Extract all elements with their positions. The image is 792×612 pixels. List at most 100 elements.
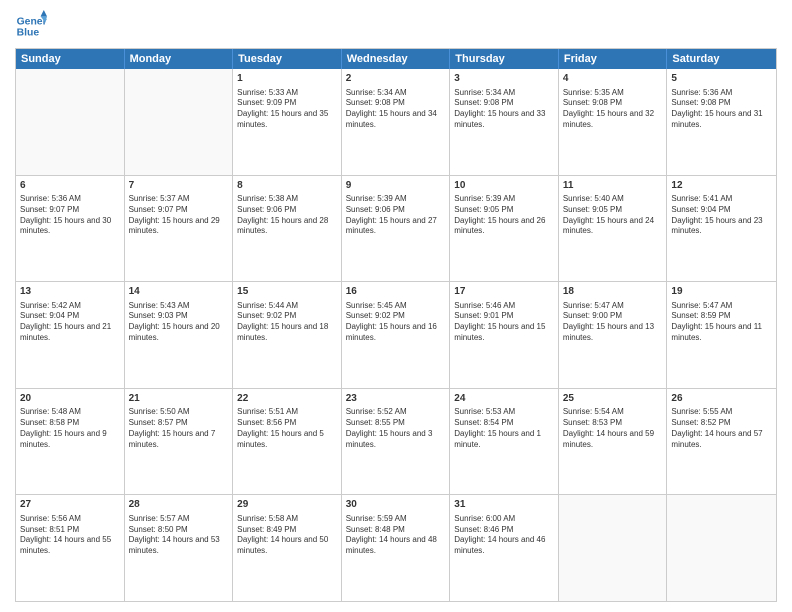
day-number: 29 xyxy=(237,498,337,512)
cell-details: Sunrise: 5:44 AM Sunset: 9:02 PM Dayligh… xyxy=(237,301,337,344)
calendar-cell-12: 12Sunrise: 5:41 AM Sunset: 9:04 PM Dayli… xyxy=(667,176,776,282)
cell-details: Sunrise: 5:37 AM Sunset: 9:07 PM Dayligh… xyxy=(129,194,229,237)
day-number: 26 xyxy=(671,392,772,406)
calendar-cell-1: 1 Sunrise: 5:33 AM Sunset: 9:09 PM Daylig… xyxy=(233,69,342,175)
cell-details: Sunrise: 5:50 AM Sunset: 8:57 PM Dayligh… xyxy=(129,407,229,450)
cell-details: Sunrise: 5:36 AM Sunset: 9:08 PM Dayligh… xyxy=(671,88,772,131)
calendar-cell-2: 2Sunrise: 5:34 AM Sunset: 9:08 PM Daylig… xyxy=(342,69,451,175)
day-number: 13 xyxy=(20,285,120,299)
cell-details: Sunrise: 5:48 AM Sunset: 8:58 PM Dayligh… xyxy=(20,407,120,450)
cell-details: Sunrise: 5:47 AM Sunset: 8:59 PM Dayligh… xyxy=(671,301,772,344)
day-number: 23 xyxy=(346,392,446,406)
cell-details: Sunrise: 5:39 AM Sunset: 9:06 PM Dayligh… xyxy=(346,194,446,237)
calendar-cell-19: 19 Sunrise: 5:47 AM Sunset: 8:59 PM Dayli… xyxy=(667,282,776,388)
calendar-cell-30: 30 Sunrise: 5:59 AM Sunset: 8:48 PM Dayli… xyxy=(342,495,451,601)
day-number: 22 xyxy=(237,392,337,406)
calendar-cell-3: 3Sunrise: 5:34 AM Sunset: 9:08 PM Daylig… xyxy=(450,69,559,175)
calendar-row-2: 13 Sunrise: 5:42 AM Sunset: 9:04 PM Dayli… xyxy=(16,282,776,389)
cell-details: Sunrise: 5:38 AM Sunset: 9:06 PM Dayligh… xyxy=(237,194,337,237)
cell-details: Sunrise: 5:42 AM Sunset: 9:04 PM Dayligh… xyxy=(20,301,120,344)
day-number: 18 xyxy=(563,285,663,299)
calendar-cell-empty-0-0 xyxy=(16,69,125,175)
calendar-row-0: 1 Sunrise: 5:33 AM Sunset: 9:09 PM Daylig… xyxy=(16,69,776,176)
cell-details: Sunrise: 5:54 AM Sunset: 8:53 PM Dayligh… xyxy=(563,407,663,450)
weekday-header-monday: Monday xyxy=(125,49,234,69)
cell-details: Sunrise: 5:34 AM Sunset: 9:08 PM Dayligh… xyxy=(454,88,554,131)
day-number: 19 xyxy=(671,285,772,299)
logo-icon: General Blue xyxy=(15,10,47,42)
calendar-cell-4: 4 Sunrise: 5:35 AM Sunset: 9:08 PM Daylig… xyxy=(559,69,668,175)
calendar-cell-28: 28Sunrise: 5:57 AM Sunset: 8:50 PM Dayli… xyxy=(125,495,234,601)
day-number: 31 xyxy=(454,498,554,512)
cell-details: Sunrise: 5:56 AM Sunset: 8:51 PM Dayligh… xyxy=(20,514,120,557)
day-number: 16 xyxy=(346,285,446,299)
day-number: 24 xyxy=(454,392,554,406)
weekday-header-sunday: Sunday xyxy=(16,49,125,69)
calendar-cell-25: 25Sunrise: 5:54 AM Sunset: 8:53 PM Dayli… xyxy=(559,389,668,495)
day-number: 20 xyxy=(20,392,120,406)
calendar-cell-24: 24Sunrise: 5:53 AM Sunset: 8:54 PM Dayli… xyxy=(450,389,559,495)
calendar-cell-10: 10Sunrise: 5:39 AM Sunset: 9:05 PM Dayli… xyxy=(450,176,559,282)
cell-details: Sunrise: 5:58 AM Sunset: 8:49 PM Dayligh… xyxy=(237,514,337,557)
day-number: 28 xyxy=(129,498,229,512)
svg-text:Blue: Blue xyxy=(17,28,40,39)
cell-details: Sunrise: 5:41 AM Sunset: 9:04 PM Dayligh… xyxy=(671,194,772,237)
cell-details: Sunrise: 5:59 AM Sunset: 8:48 PM Dayligh… xyxy=(346,514,446,557)
day-number: 7 xyxy=(129,179,229,193)
calendar-cell-empty-4-6 xyxy=(667,495,776,601)
cell-details: Sunrise: 5:39 AM Sunset: 9:05 PM Dayligh… xyxy=(454,194,554,237)
day-number: 10 xyxy=(454,179,554,193)
calendar-cell-5: 5 Sunrise: 5:36 AM Sunset: 9:08 PM Daylig… xyxy=(667,69,776,175)
cell-details: Sunrise: 5:34 AM Sunset: 9:08 PM Dayligh… xyxy=(346,88,446,131)
day-number: 11 xyxy=(563,179,663,193)
cell-details: Sunrise: 5:55 AM Sunset: 8:52 PM Dayligh… xyxy=(671,407,772,450)
day-number: 14 xyxy=(129,285,229,299)
weekday-header-friday: Friday xyxy=(559,49,668,69)
cell-details: Sunrise: 6:00 AM Sunset: 8:46 PM Dayligh… xyxy=(454,514,554,557)
day-number: 9 xyxy=(346,179,446,193)
calendar-cell-empty-0-1 xyxy=(125,69,234,175)
calendar-cell-26: 26Sunrise: 5:55 AM Sunset: 8:52 PM Dayli… xyxy=(667,389,776,495)
calendar-cell-empty-4-5 xyxy=(559,495,668,601)
calendar-header: SundayMondayTuesdayWednesdayThursdayFrid… xyxy=(16,49,776,69)
cell-details: Sunrise: 5:33 AM Sunset: 9:09 PM Dayligh… xyxy=(237,88,337,131)
weekday-header-wednesday: Wednesday xyxy=(342,49,451,69)
calendar-cell-11: 11Sunrise: 5:40 AM Sunset: 9:05 PM Dayli… xyxy=(559,176,668,282)
calendar-cell-13: 13 Sunrise: 5:42 AM Sunset: 9:04 PM Dayli… xyxy=(16,282,125,388)
day-number: 21 xyxy=(129,392,229,406)
header: General Blue xyxy=(15,10,777,42)
calendar-cell-21: 21Sunrise: 5:50 AM Sunset: 8:57 PM Dayli… xyxy=(125,389,234,495)
day-number: 30 xyxy=(346,498,446,512)
weekday-header-saturday: Saturday xyxy=(667,49,776,69)
calendar-cell-31: 31 Sunrise: 6:00 AM Sunset: 8:46 PM Dayli… xyxy=(450,495,559,601)
calendar-cell-8: 8Sunrise: 5:38 AM Sunset: 9:06 PM Daylig… xyxy=(233,176,342,282)
day-number: 27 xyxy=(20,498,120,512)
cell-details: Sunrise: 5:36 AM Sunset: 9:07 PM Dayligh… xyxy=(20,194,120,237)
page: General Blue SundayMondayTuesdayWednesda… xyxy=(0,0,792,612)
calendar-cell-27: 27 Sunrise: 5:56 AM Sunset: 8:51 PM Dayli… xyxy=(16,495,125,601)
calendar-cell-9: 9Sunrise: 5:39 AM Sunset: 9:06 PM Daylig… xyxy=(342,176,451,282)
cell-details: Sunrise: 5:46 AM Sunset: 9:01 PM Dayligh… xyxy=(454,301,554,344)
day-number: 8 xyxy=(237,179,337,193)
calendar-cell-15: 15Sunrise: 5:44 AM Sunset: 9:02 PM Dayli… xyxy=(233,282,342,388)
calendar-cell-7: 7Sunrise: 5:37 AM Sunset: 9:07 PM Daylig… xyxy=(125,176,234,282)
calendar-cell-20: 20Sunrise: 5:48 AM Sunset: 8:58 PM Dayli… xyxy=(16,389,125,495)
day-number: 5 xyxy=(671,72,772,86)
calendar-cell-23: 23Sunrise: 5:52 AM Sunset: 8:55 PM Dayli… xyxy=(342,389,451,495)
calendar-cell-16: 16 Sunrise: 5:45 AM Sunset: 9:02 PM Dayli… xyxy=(342,282,451,388)
cell-details: Sunrise: 5:35 AM Sunset: 9:08 PM Dayligh… xyxy=(563,88,663,131)
calendar-cell-6: 6Sunrise: 5:36 AM Sunset: 9:07 PM Daylig… xyxy=(16,176,125,282)
calendar-cell-17: 17 Sunrise: 5:46 AM Sunset: 9:01 PM Dayli… xyxy=(450,282,559,388)
day-number: 1 xyxy=(237,72,337,86)
day-number: 17 xyxy=(454,285,554,299)
day-number: 4 xyxy=(563,72,663,86)
calendar-row-3: 20Sunrise: 5:48 AM Sunset: 8:58 PM Dayli… xyxy=(16,389,776,496)
day-number: 12 xyxy=(671,179,772,193)
calendar: SundayMondayTuesdayWednesdayThursdayFrid… xyxy=(15,48,777,602)
calendar-body: 1 Sunrise: 5:33 AM Sunset: 9:09 PM Daylig… xyxy=(16,69,776,601)
calendar-cell-18: 18 Sunrise: 5:47 AM Sunset: 9:00 PM Dayli… xyxy=(559,282,668,388)
cell-details: Sunrise: 5:47 AM Sunset: 9:00 PM Dayligh… xyxy=(563,301,663,344)
weekday-header-thursday: Thursday xyxy=(450,49,559,69)
cell-details: Sunrise: 5:53 AM Sunset: 8:54 PM Dayligh… xyxy=(454,407,554,450)
cell-details: Sunrise: 5:45 AM Sunset: 9:02 PM Dayligh… xyxy=(346,301,446,344)
